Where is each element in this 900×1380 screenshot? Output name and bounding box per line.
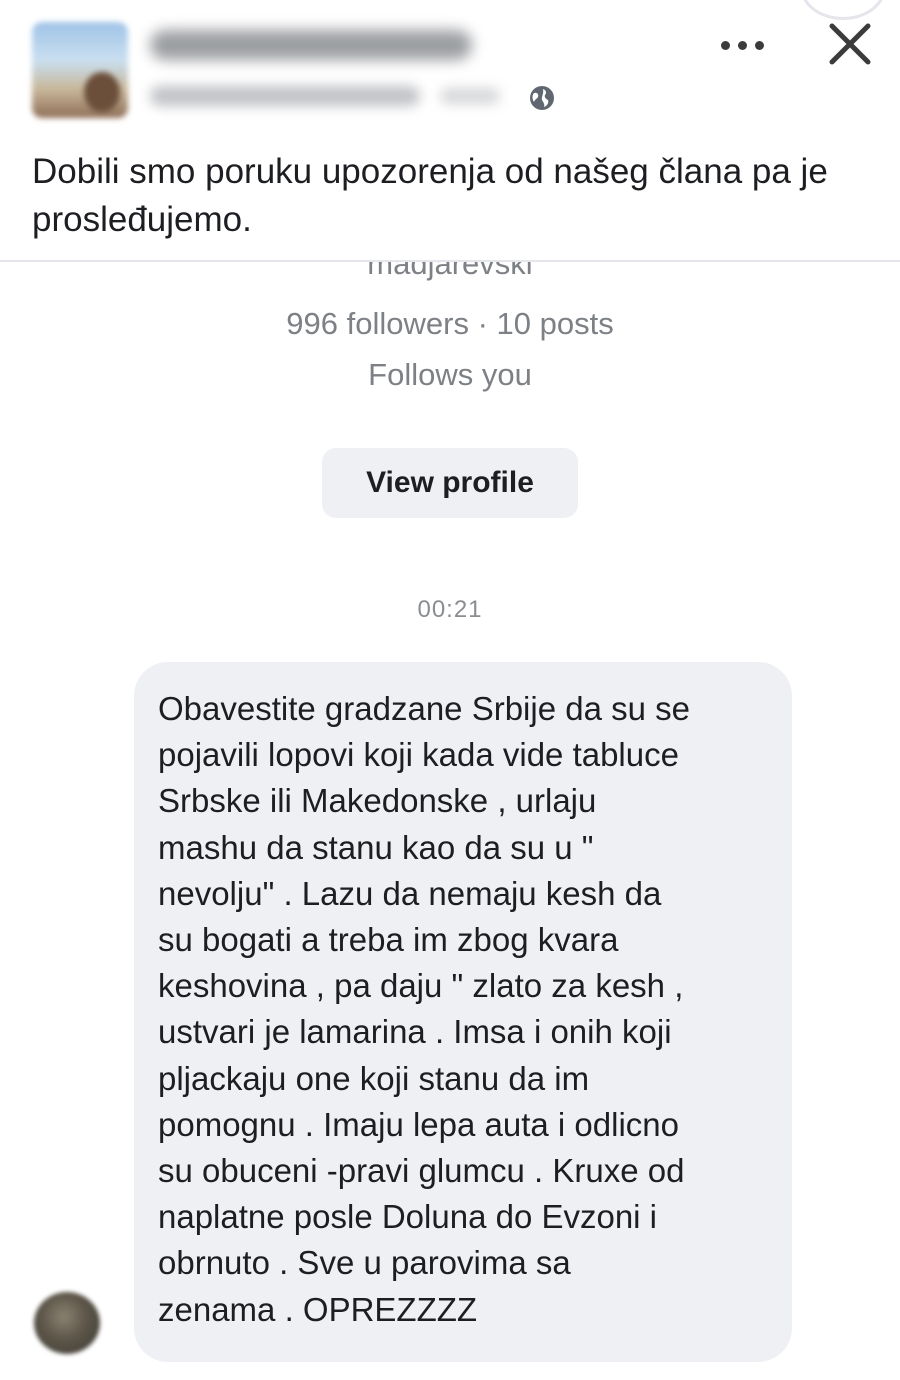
blurred-post-subtitle [150,86,420,106]
message-text: Obavestite gradzane Srbije da su se poja… [158,690,690,1328]
profile-follows-you: Follows you [368,357,532,392]
messenger-screenshot: madjarevski 996 followers · 10 posts Fol… [0,262,900,1380]
post-text: Dobili smo poruku upozorenja od našeg čl… [32,152,828,239]
blurred-page-name[interactable] [150,30,472,60]
message-timestamp: 00:21 [417,596,483,623]
close-icon[interactable] [822,16,878,72]
blurred-post-time [440,88,500,104]
sender-avatar[interactable] [34,1292,100,1354]
view-profile-button[interactable]: View profile [322,448,578,518]
message-bubble[interactable]: Obavestite gradzane Srbije da su se poja… [134,662,792,1362]
page-avatar[interactable] [32,22,128,118]
profile-followers: 996 followers · 10 posts [286,306,614,341]
post-header: Dobili smo poruku upozorenja od našeg čl… [0,0,900,262]
more-options-icon[interactable] [712,20,772,70]
profile-username: madjarevski [367,262,533,281]
globe-icon [530,86,554,110]
